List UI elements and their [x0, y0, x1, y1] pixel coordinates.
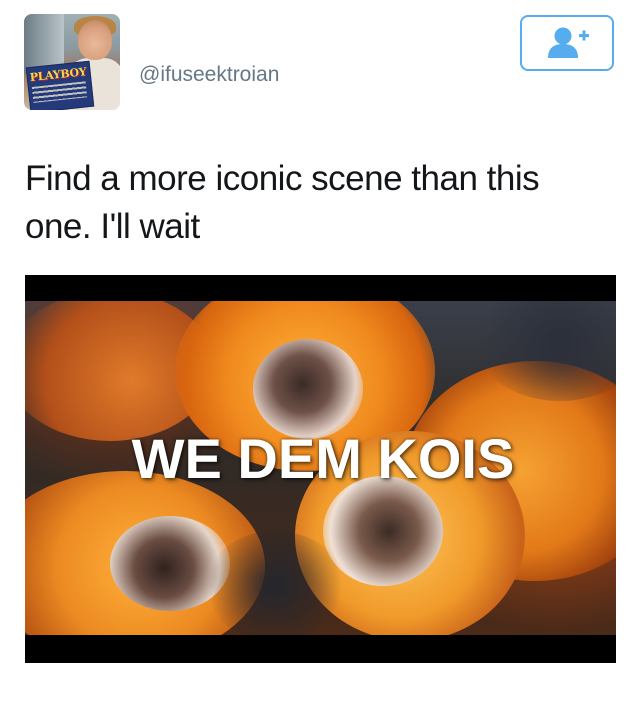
tweet-text-line: Find a more iconic scene than this — [25, 159, 540, 198]
water-shadow — [205, 531, 345, 635]
follow-button[interactable] — [520, 15, 614, 71]
avatar-magazine-lines — [31, 81, 88, 103]
meme-caption: WE DEM KOIS — [131, 427, 515, 490]
tweet-media[interactable]: WE DEM KOIS — [25, 275, 616, 663]
koi-mouth — [253, 339, 363, 439]
media-image: WE DEM KOIS — [25, 301, 616, 635]
user-handle[interactable]: @ifuseektroian — [139, 62, 279, 88]
avatar[interactable]: PLAYBOY — [24, 14, 120, 110]
add-user-icon — [548, 27, 589, 58]
tweet-text-line: one. I'll wait — [25, 207, 200, 246]
avatar-magazine: PLAYBOY — [25, 60, 95, 110]
tweet-text: Find a more iconic scene than this one. … — [25, 155, 625, 251]
avatar-figure-head — [78, 20, 112, 60]
